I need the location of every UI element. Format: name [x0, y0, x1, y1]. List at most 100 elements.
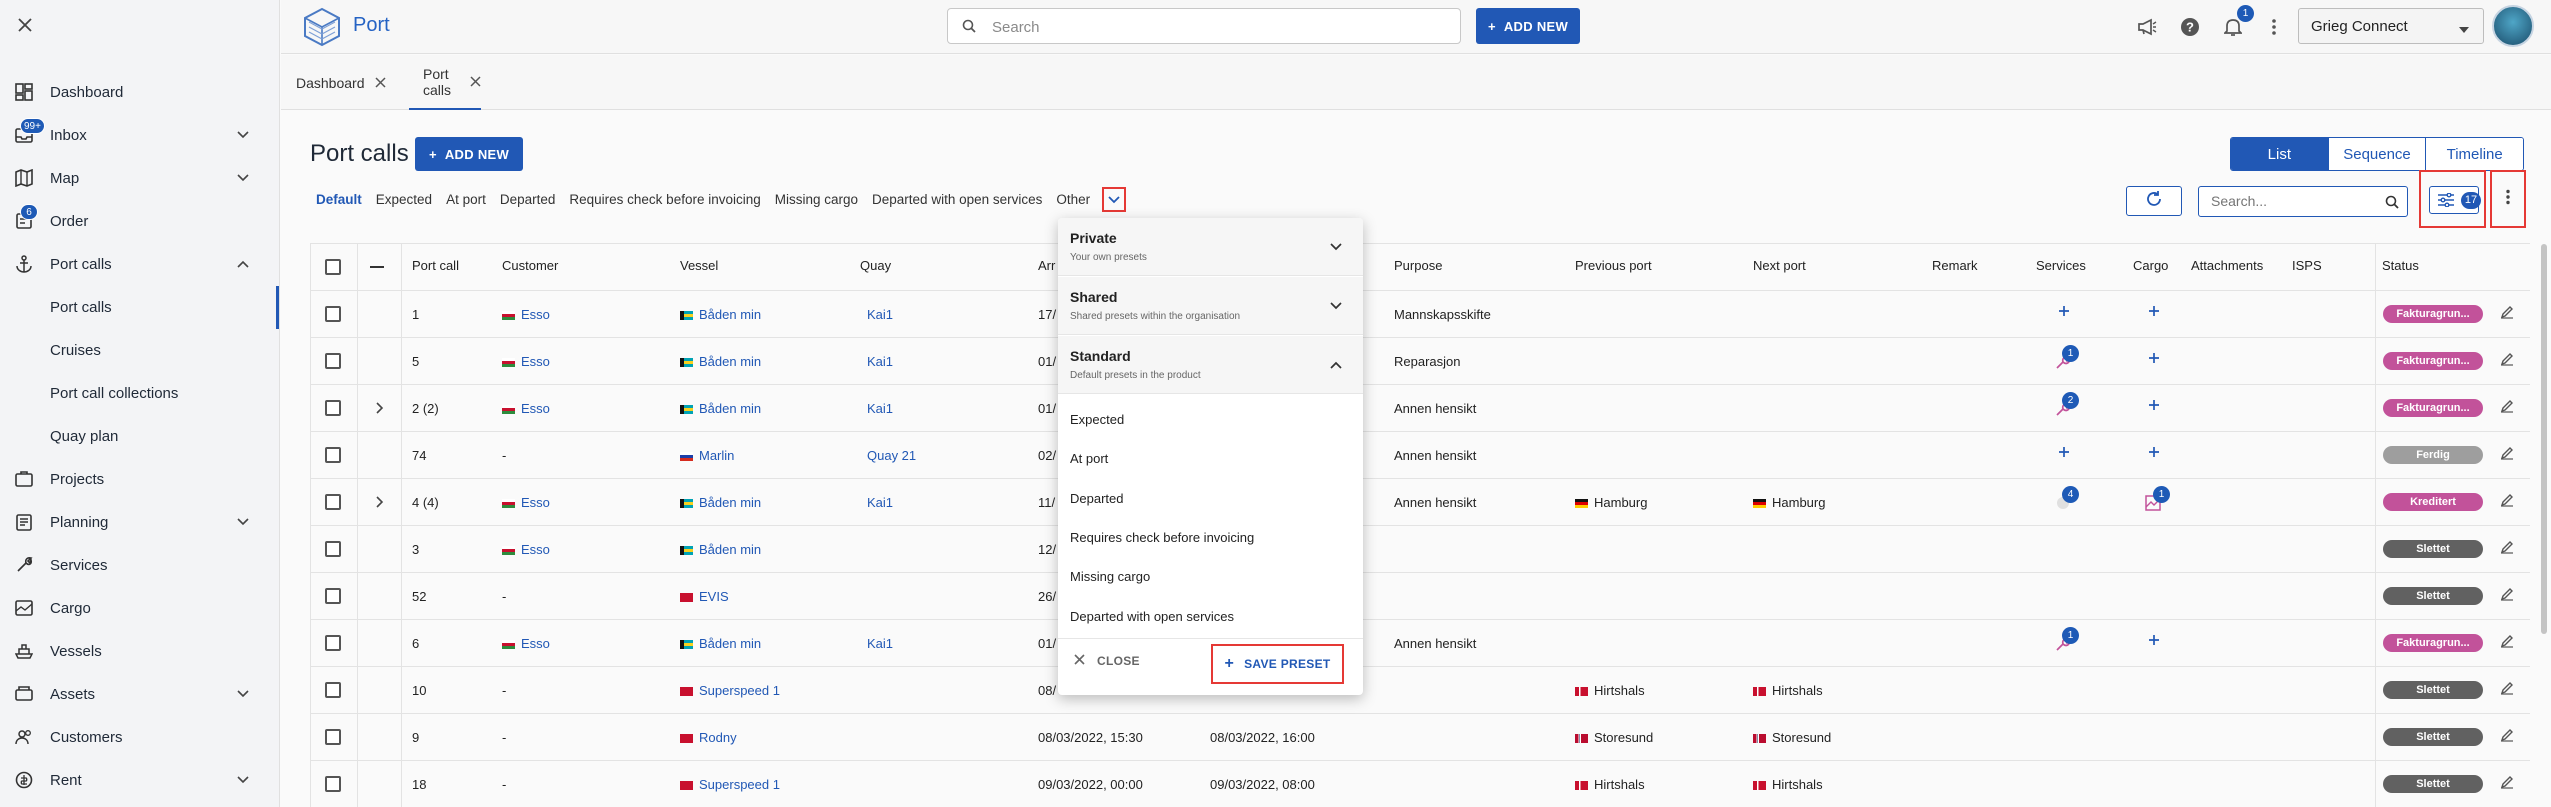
- row-checkbox[interactable]: [325, 447, 341, 463]
- preset-option-missing-cargo[interactable]: Missing cargo: [1070, 569, 1150, 584]
- row-checkbox[interactable]: [325, 635, 341, 651]
- company-select[interactable]: Grieg Connect: [2298, 8, 2484, 44]
- help-icon[interactable]: ?: [2178, 15, 2202, 39]
- row-checkbox[interactable]: [325, 353, 341, 369]
- other-presets-chevron-icon[interactable]: [1102, 187, 1126, 212]
- preset-missing-cargo[interactable]: Missing cargo: [775, 192, 858, 210]
- table-row[interactable]: 4 (4) Esso Båden min Kai1 11/Annen hensikt Ha…: [310, 479, 2530, 526]
- cell-quay[interactable]: Quay 21: [867, 448, 916, 463]
- edit-pencil-icon[interactable]: [2500, 352, 2514, 371]
- col-header-status[interactable]: Status: [2382, 258, 2419, 273]
- edit-pencil-icon[interactable]: [2500, 446, 2514, 465]
- sidebar-item-map[interactable]: Map: [0, 157, 279, 200]
- global-search-input[interactable]: [992, 16, 1432, 38]
- edit-pencil-icon[interactable]: [2500, 587, 2514, 606]
- col-header-arrival[interactable]: Arr: [1038, 258, 1055, 273]
- preset-expected[interactable]: Expected: [376, 192, 432, 210]
- col-header-attachments[interactable]: Attachments: [2191, 258, 2263, 273]
- sidebar-item-projects[interactable]: Projects: [0, 458, 279, 501]
- chevron-down-icon[interactable]: [235, 772, 251, 788]
- table-scrollbar[interactable]: [2541, 244, 2547, 634]
- view-sequence-button[interactable]: Sequence: [2327, 138, 2426, 170]
- col-header-quay[interactable]: Quay: [860, 258, 891, 273]
- edit-pencil-icon[interactable]: [2500, 634, 2514, 653]
- col-header-previous-port[interactable]: Previous port: [1575, 258, 1652, 273]
- cell-customer[interactable]: Esso: [502, 307, 550, 322]
- edit-pencil-icon[interactable]: [2500, 681, 2514, 700]
- preset-option-departed[interactable]: Departed: [1070, 491, 1123, 506]
- cell-vessel[interactable]: Rodny: [680, 730, 737, 745]
- tab-port-calls[interactable]: Port calls: [409, 55, 481, 110]
- table-row[interactable]: 10 - Superspeed 1 08/Hirtshals Hirtshals Slet…: [310, 667, 2530, 714]
- table-row[interactable]: 9 - Rodny 08/03/2022, 15:30 08/03/2022, 16:0…: [310, 714, 2530, 761]
- row-checkbox[interactable]: [325, 541, 341, 557]
- cell-vessel[interactable]: Båden min: [680, 307, 761, 322]
- sidebar-subitem-port-call-collections[interactable]: Port call collections: [0, 372, 279, 415]
- row-checkbox[interactable]: [325, 682, 341, 698]
- col-header-portcall[interactable]: Port call: [412, 258, 459, 273]
- col-header-remark[interactable]: Remark: [1932, 258, 1978, 273]
- close-tab-icon[interactable]: [470, 74, 481, 90]
- add-cargo-plus-icon[interactable]: [2148, 351, 2160, 369]
- sidebar-item-planning[interactable]: Planning: [0, 501, 279, 544]
- col-header-customer[interactable]: Customer: [502, 258, 558, 273]
- row-checkbox[interactable]: [325, 588, 341, 604]
- preset-option-requires-check[interactable]: Requires check before invoicing: [1070, 530, 1254, 545]
- col-header-next-port[interactable]: Next port: [1753, 258, 1806, 273]
- expand-row-chevron-icon[interactable]: [376, 402, 384, 417]
- add-cargo-plus-icon[interactable]: [2148, 398, 2160, 416]
- preset-option-expected[interactable]: Expected: [1070, 412, 1124, 427]
- cell-vessel[interactable]: Båden min: [680, 401, 761, 416]
- row-checkbox[interactable]: [325, 776, 341, 792]
- cell-quay[interactable]: Kai1: [867, 495, 893, 510]
- cell-vessel[interactable]: Superspeed 1: [680, 683, 780, 698]
- global-search[interactable]: [947, 8, 1461, 44]
- app-logo-icon[interactable]: [301, 6, 343, 48]
- table-row[interactable]: 1 Esso Båden min Kai1 17/Mannskapsskifte Fakt…: [310, 291, 2530, 338]
- view-timeline-button[interactable]: Timeline: [2425, 138, 2523, 170]
- user-avatar[interactable]: [2492, 5, 2534, 47]
- sidebar-subitem-cruises[interactable]: Cruises: [0, 329, 279, 372]
- header-add-new-button[interactable]: + ADD NEW: [1476, 8, 1580, 44]
- add-cargo-plus-icon[interactable]: [2148, 445, 2160, 463]
- view-list-button[interactable]: List: [2231, 138, 2328, 170]
- more-vertical-icon[interactable]: [2262, 15, 2286, 39]
- edit-pencil-icon[interactable]: [2500, 399, 2514, 418]
- cell-vessel[interactable]: Båden min: [680, 636, 761, 651]
- col-header-cargo[interactable]: Cargo: [2133, 258, 2168, 273]
- save-preset-button[interactable]: + SAVE PRESET: [1211, 644, 1344, 684]
- cell-quay[interactable]: Kai1: [867, 354, 893, 369]
- preset-option-at-port[interactable]: At port: [1070, 451, 1108, 466]
- select-all-checkbox[interactable]: [325, 259, 341, 275]
- table-row[interactable]: 2 (2) Esso Båden min Kai1 01/Annen hensikt 2 F…: [310, 385, 2530, 432]
- edit-pencil-icon[interactable]: [2500, 305, 2514, 324]
- sidebar-item-cargo[interactable]: Cargo: [0, 587, 279, 630]
- chevron-down-icon[interactable]: [235, 686, 251, 702]
- row-checkbox[interactable]: [325, 400, 341, 416]
- megaphone-icon[interactable]: [2135, 15, 2159, 39]
- cell-quay[interactable]: Kai1: [867, 401, 893, 416]
- col-header-services[interactable]: Services: [2036, 258, 2086, 273]
- col-header-isps[interactable]: ISPS: [2292, 258, 2322, 273]
- add-cargo-plus-icon[interactable]: [2148, 304, 2160, 322]
- dropdown-section-standard[interactable]: Standard Default presets in the product: [1058, 336, 1363, 394]
- add-new-button[interactable]: + ADD NEW: [415, 137, 523, 171]
- cell-vessel[interactable]: Båden min: [680, 542, 761, 557]
- cell-customer[interactable]: Esso: [502, 354, 550, 369]
- sidebar-item-services[interactable]: Services: [0, 544, 279, 587]
- row-checkbox[interactable]: [325, 306, 341, 322]
- table-row[interactable]: 3 Esso Båden min 12/Slettet: [310, 526, 2530, 573]
- sidebar-item-order[interactable]: 6 Order: [0, 200, 279, 243]
- collapse-all-icon[interactable]: [370, 266, 384, 268]
- sidebar-item-assets[interactable]: Assets: [0, 673, 279, 716]
- sidebar-item-inbox[interactable]: 99+ Inbox: [0, 114, 279, 157]
- table-search-input[interactable]: [2211, 193, 2371, 209]
- sidebar-item-rent[interactable]: Rent: [0, 759, 279, 802]
- preset-at-port[interactable]: At port: [446, 192, 486, 210]
- chevron-up-icon[interactable]: [235, 256, 251, 272]
- cell-quay[interactable]: Kai1: [867, 636, 893, 651]
- edit-pencil-icon[interactable]: [2500, 728, 2514, 747]
- sidebar-item-customers[interactable]: Customers: [0, 716, 279, 759]
- sidebar-item-port-calls[interactable]: Port calls: [0, 243, 279, 286]
- sidebar-subitem-port-calls[interactable]: Port calls: [0, 286, 279, 329]
